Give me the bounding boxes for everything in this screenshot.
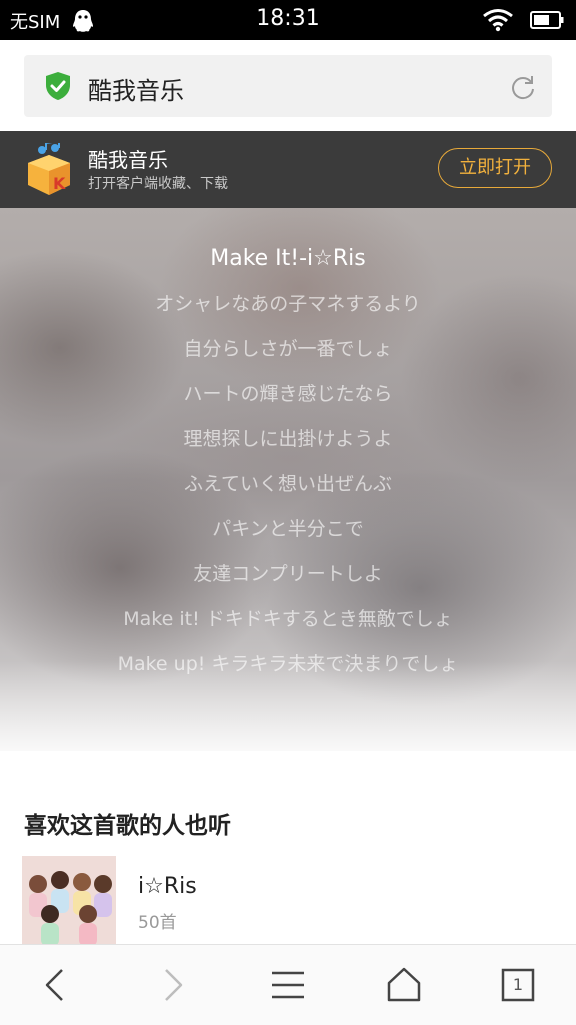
refresh-icon[interactable] (510, 74, 536, 100)
lyric-line: パキンと半分こで (212, 518, 364, 540)
address-title: 酷我音乐 (88, 77, 184, 105)
bottom-toolbar: 1 (0, 944, 576, 1025)
battery-icon (530, 11, 564, 29)
address-area: 酷我音乐 (0, 40, 576, 131)
status-bar: 无SIM 18:31 (0, 0, 576, 40)
kuwo-logo-icon: K (28, 143, 70, 195)
album-cover-image (22, 856, 116, 946)
lyric-line: ふえていく想い出ぜんぶ (183, 473, 393, 495)
section-title: 喜欢这首歌的人也听 (24, 813, 231, 839)
song-count: 50首 (138, 913, 177, 933)
song-title: Make It!-i☆Ris (210, 246, 366, 271)
artist-name: i☆Ris (138, 874, 197, 899)
status-right (482, 8, 564, 32)
app-download-banner: K 酷我音乐 打开客户端收藏、下载 立即打开 (0, 131, 576, 208)
banner-title: 酷我音乐 (88, 148, 168, 172)
tabs-icon[interactable]: 1 (498, 965, 538, 1005)
svg-text:K: K (53, 174, 66, 193)
forward-icon[interactable] (152, 965, 192, 1005)
lyric-line: 自分らしさが一番でしょ (183, 338, 393, 360)
lyric-line: 理想探しに出掛けようよ (183, 428, 393, 450)
home-icon[interactable] (384, 965, 424, 1005)
tab-count: 1 (512, 975, 524, 994)
lyrics-panel: Make It!-i☆Ris オシャレなあの子マネするより 自分らしさが一番でし… (0, 208, 576, 751)
lyric-line: オシャレなあの子マネするより (155, 293, 421, 315)
lyric-line: ハートの輝き感じたなら (183, 383, 393, 405)
lyric-line: Make up! キラキラ未来で決まりでしょ (117, 653, 459, 675)
open-app-button[interactable]: 立即打开 (438, 148, 552, 188)
menu-icon[interactable] (268, 965, 308, 1005)
banner-subtitle: 打开客户端收藏、下载 (88, 176, 228, 192)
list-item[interactable]: i☆Ris 50首 (0, 856, 576, 946)
back-icon[interactable] (36, 965, 76, 1005)
lyric-line: 友達コンプリートしよ (193, 563, 383, 585)
shield-icon (46, 72, 70, 100)
lyric-line: Make it! ドキドキするとき無敵でしょ (123, 608, 453, 630)
address-bar[interactable]: 酷我音乐 (24, 55, 552, 117)
wifi-icon (483, 9, 513, 32)
